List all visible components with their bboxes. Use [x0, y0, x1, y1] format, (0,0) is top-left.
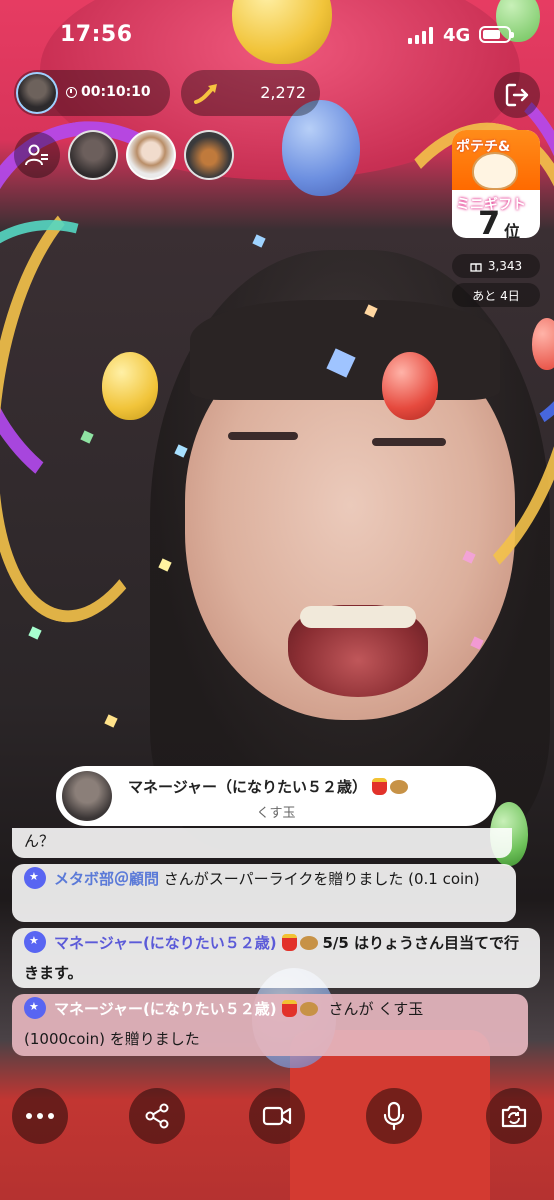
viewer-list-icon: [25, 144, 48, 166]
potato-icon: [299, 936, 318, 950]
share-icon: [145, 1103, 169, 1129]
confetti: [104, 714, 118, 728]
gift-count-value: 3,343: [487, 259, 523, 273]
comment-text: ん？: [24, 832, 55, 850]
potato-icon: [389, 780, 408, 794]
host-info-pill[interactable]: 00:10:10: [14, 70, 170, 116]
comment-user[interactable]: マネージャー(になりたい５２歳): [54, 934, 277, 952]
score-value: 2,272: [260, 83, 306, 102]
confetti: [252, 234, 266, 248]
potato-icon: [299, 1002, 318, 1016]
event-rank-unit: 位: [504, 222, 521, 238]
comment-text: さんが くす玉: [328, 1000, 424, 1018]
score-pill[interactable]: 2,272: [181, 70, 320, 116]
gift-item-name: くす玉: [256, 806, 296, 821]
user-badge-icon: [24, 926, 46, 956]
comment-text: さんがスーパーライクを贈りました (0.1 coin): [163, 870, 480, 888]
user-badge-icon: [24, 862, 46, 892]
video-button[interactable]: [249, 1088, 305, 1144]
microphone-icon: [383, 1101, 405, 1131]
stream-timer: 00:10:10: [66, 84, 151, 100]
gift-banner[interactable]: マネージャー（になりたい５２歳） くす玉: [56, 766, 496, 826]
camera-flip-button[interactable]: [486, 1088, 542, 1144]
microphone-button[interactable]: [366, 1088, 422, 1144]
user-badge-icon: [24, 992, 46, 1022]
gift-icon: [470, 263, 482, 272]
event-rank: 7: [478, 204, 501, 238]
gift-sender-text: マネージャー（になりたい５２歳）: [128, 778, 367, 796]
host-avatar[interactable]: [16, 72, 58, 114]
status-bar: 17:56 4G: [0, 0, 554, 68]
confetti: [28, 626, 42, 640]
viewer-avatar[interactable]: [68, 130, 118, 180]
viewer-list-button[interactable]: [14, 132, 60, 178]
comment-item[interactable]: メタボ部＠顧問 さんがスーパーライクを贈りました (0.1 coin): [12, 862, 516, 922]
days-left-value: あと 4日: [472, 288, 520, 303]
more-icon: [26, 1113, 54, 1119]
balloon-red: [382, 352, 438, 420]
event-gift-count: 3,343: [452, 254, 540, 278]
fries-icon: [281, 1000, 297, 1017]
comment-item[interactable]: マネージャー(になりたい５２歳) さんが くす玉 (1000coin) を贈りま…: [12, 992, 528, 1056]
more-button[interactable]: [12, 1088, 68, 1144]
signal-icon: [408, 27, 433, 44]
clock-icon: [66, 86, 77, 98]
comment-item[interactable]: ん？: [12, 828, 512, 858]
trend-arrow-icon: [194, 84, 217, 104]
comment-user[interactable]: マネージャー(になりたい５２歳): [54, 1000, 277, 1018]
video-camera-icon: [262, 1106, 292, 1126]
battery-icon: [479, 26, 514, 43]
viewer-avatar[interactable]: [184, 130, 234, 180]
fries-icon: [371, 778, 387, 795]
comment-user[interactable]: メタボ部＠顧問: [54, 870, 159, 888]
gift-sender-name: マネージャー（になりたい５２歳）: [128, 776, 408, 797]
camera-flip-icon: [501, 1105, 527, 1128]
balloon-yellow-left: [102, 352, 158, 420]
streamer-teeth: [300, 606, 416, 628]
event-days-left: あと 4日: [452, 283, 540, 307]
event-mascot-icon: [472, 152, 518, 190]
status-time: 17:56: [60, 22, 133, 47]
fries-icon: [281, 934, 297, 951]
viewer-avatar[interactable]: [126, 130, 176, 180]
event-ranking-badge[interactable]: ポテチ& ミニギフト 7 位: [452, 130, 540, 238]
elapsed-time: 00:10:10: [81, 84, 151, 100]
exit-icon: [505, 83, 529, 107]
exit-button[interactable]: [494, 72, 540, 118]
network-label: 4G: [443, 25, 471, 46]
comment-item[interactable]: マネージャー(になりたい５２歳) 5/5 はりょうさん目当てで行きます。: [12, 926, 540, 988]
streamer-eye-left: [228, 432, 298, 440]
comment-text-continued: (1000coin) を贈りました: [24, 1030, 200, 1048]
balloon-red-right: [532, 318, 554, 370]
share-button[interactable]: [129, 1088, 185, 1144]
